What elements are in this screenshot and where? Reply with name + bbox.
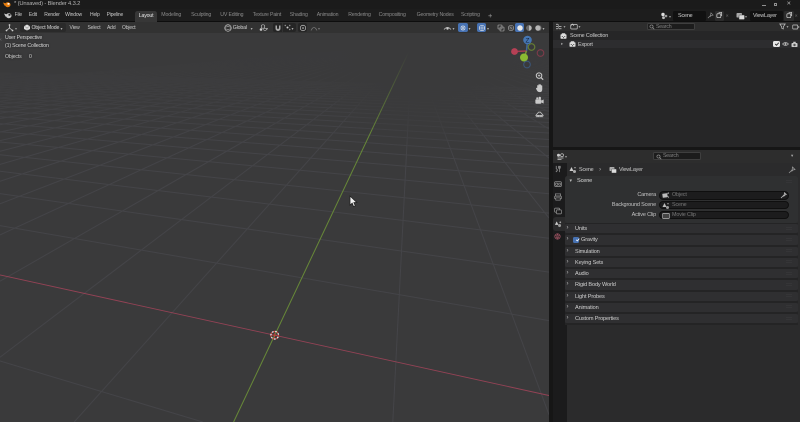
svg-text:Z: Z bbox=[526, 38, 530, 45]
